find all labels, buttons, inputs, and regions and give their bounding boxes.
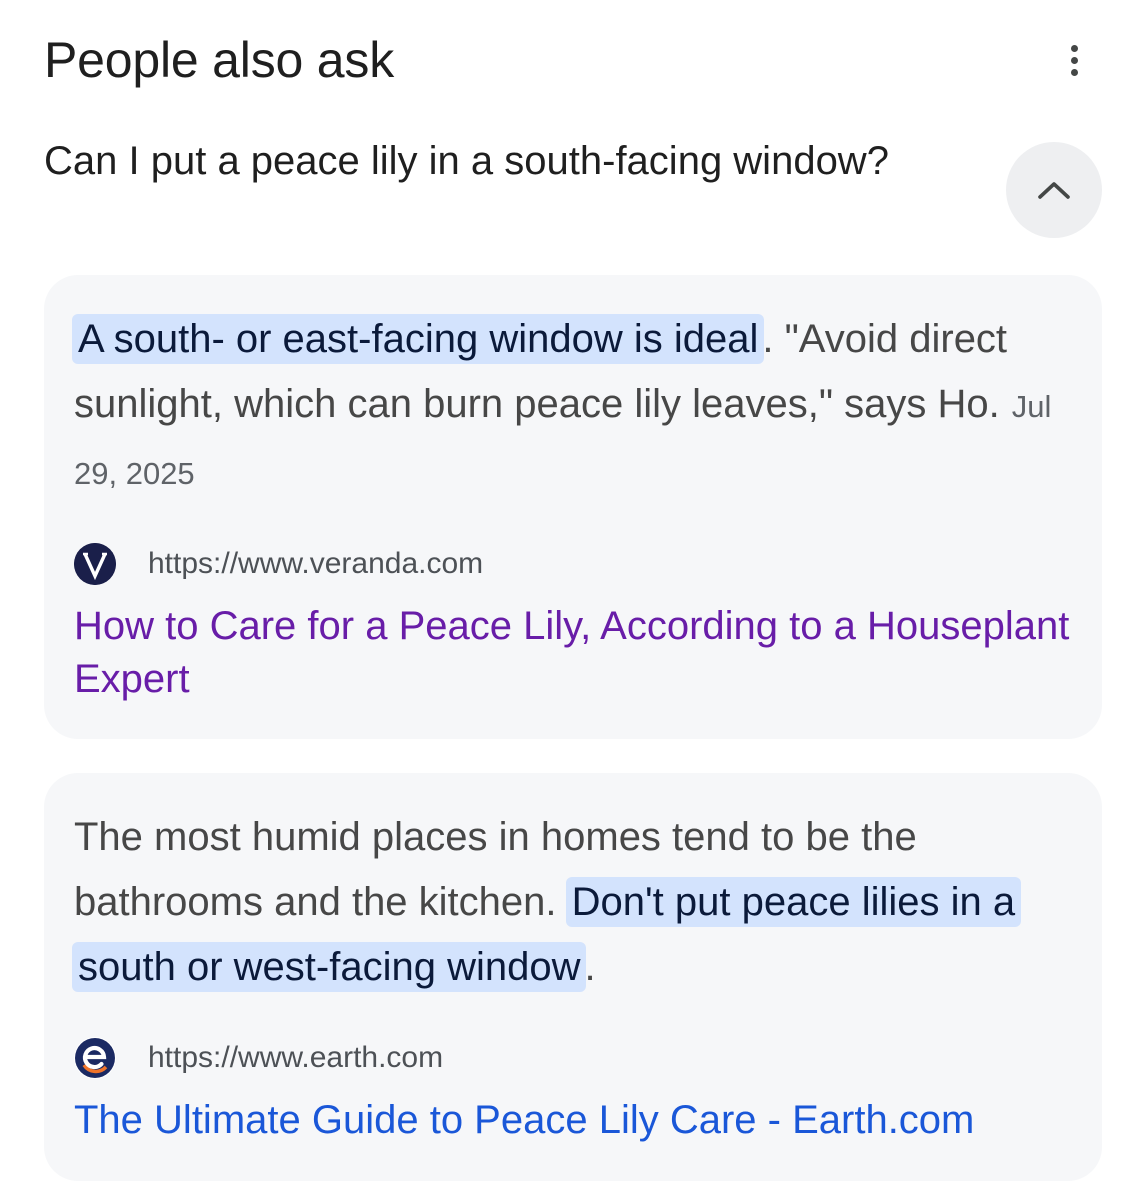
more-options-button[interactable] [1054, 36, 1094, 84]
question-row[interactable]: Can I put a peace lily in a south-facing… [44, 134, 1102, 244]
collapse-button[interactable] [1006, 142, 1102, 238]
section-title: People also ask [44, 32, 395, 88]
chevron-up-icon [1038, 182, 1070, 199]
more-vert-icon [1070, 44, 1078, 52]
veranda-v-icon [74, 543, 116, 585]
snippet-text: The most humid places in homes tend to b… [72, 805, 1072, 1000]
snippet-end: . [584, 945, 596, 989]
source-row[interactable]: https://www.veranda.com [74, 542, 1072, 586]
earth-e-icon [74, 1037, 116, 1079]
result-link[interactable]: The Ultimate Guide to Peace Lily Care - … [74, 1094, 1072, 1147]
source-url: https://www.earth.com [148, 1041, 444, 1074]
snippet-highlight: A south- or east-facing window is ideal [72, 314, 765, 364]
source-url: https://www.veranda.com [148, 547, 484, 580]
answer-card: A south- or east-facing window is ideal.… [44, 275, 1102, 739]
answer-card: The most humid places in homes tend to b… [44, 773, 1102, 1181]
people-also-ask-header: People also ask [44, 28, 1104, 92]
question-text: Can I put a peace lily in a south-facing… [44, 139, 889, 183]
result-link[interactable]: How to Care for a Peace Lily, According … [74, 600, 1072, 706]
snippet-text: A south- or east-facing window is ideal.… [72, 307, 1072, 506]
source-row[interactable]: https://www.earth.com [74, 1036, 1072, 1080]
